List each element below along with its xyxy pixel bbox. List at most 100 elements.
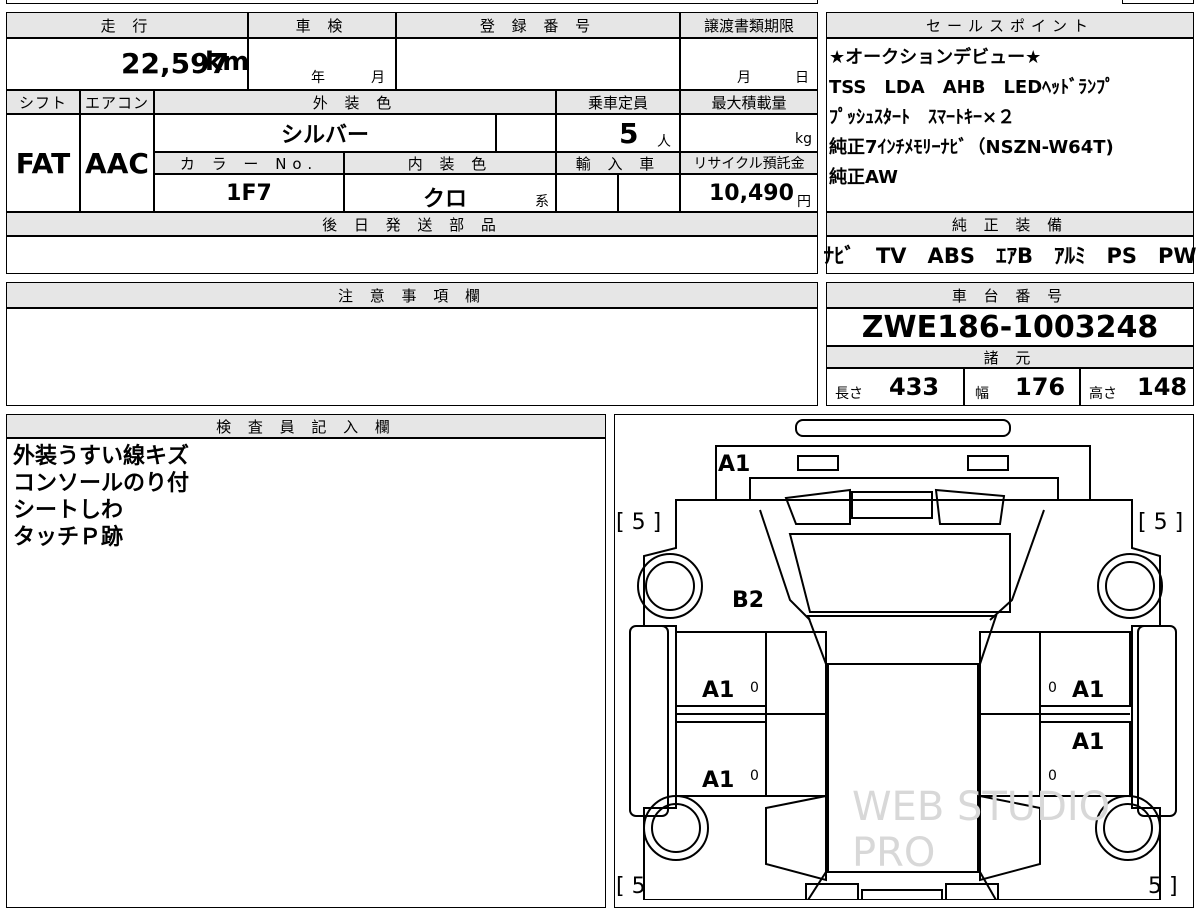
tire-tread-rear-left: [ 5: [616, 874, 646, 899]
width-value: 176: [1015, 373, 1066, 401]
equipment-items: ﾅﾋﾞ TV ABS ｴｱB ｱﾙﾐ PS PW: [823, 244, 1197, 268]
ac-cell: AAC: [80, 114, 154, 212]
later-parts-header: 後 日 発 送 部 品: [6, 212, 818, 236]
front-bumper: [795, 419, 1011, 437]
ac-header: エアコン: [80, 90, 154, 114]
left-side-rail: [629, 625, 669, 817]
damage-code-hood: B2: [732, 588, 765, 613]
transfer-day: 日: [795, 70, 809, 86]
color-no-cell: 1F7: [154, 174, 344, 212]
length-value: 433: [889, 373, 940, 401]
interior-color-suffix: 系: [535, 194, 549, 210]
vehicle-info-table: 走 行 車 検 登 録 番 号 譲渡書類期限 22,597 km 年 月 月 日…: [6, 12, 818, 274]
inspection-month: 月: [371, 70, 385, 86]
color-no-value: 1F7: [226, 180, 272, 206]
inspector-box: 外装うすい線キズ コンソールのり付 シートしわ タッチＰ跡: [6, 438, 606, 908]
tire-front-right-inner: [1105, 561, 1155, 611]
sales-point-line: 純正AW: [829, 167, 898, 188]
length-cell: 長さ 433: [826, 368, 964, 406]
interior-color-header: 内 装 色: [344, 152, 556, 174]
damage-code-left-front-door: A1: [702, 678, 735, 703]
rear-light-right: [945, 883, 999, 900]
front-light-left: [797, 455, 839, 471]
exterior-color-extra-cell: [496, 114, 556, 152]
tire-tread-front-right: [ 5 ]: [1138, 510, 1184, 535]
capacity-value: 5: [619, 117, 639, 150]
sales-point-line: ★オークションデビュー★: [829, 47, 1042, 68]
interior-color-value: クロ: [423, 187, 468, 212]
sales-points-header: セールスポイント: [826, 12, 1194, 38]
sales-points-box: ★オークションデビュー★ TSS LDA AHB LEDﾍｯﾄﾞﾗﾝﾌﾟ ﾌﾟｯ…: [826, 38, 1194, 212]
damage-code-left-rear-door: A1: [702, 768, 735, 793]
rear-window: [806, 871, 998, 900]
transfer-month: 月: [737, 70, 751, 86]
top-strip: [6, 0, 818, 4]
tire-front-left-inner: [645, 561, 695, 611]
registration-cell: [396, 38, 680, 90]
recycle-unit: 円: [797, 194, 811, 210]
tire-front-left: [637, 553, 703, 619]
max-load-unit: kg: [795, 131, 812, 147]
front-light-right: [967, 455, 1009, 471]
capacity-header: 乗車定員: [556, 90, 680, 114]
height-value: 148: [1137, 373, 1188, 401]
damage-code-right-front-door: A1: [1072, 678, 1105, 703]
tire-tread-front-left: [ 5 ]: [616, 510, 662, 535]
windshield: [806, 615, 998, 665]
transfer-deadline-cell: 月 日: [680, 38, 818, 90]
capacity-cell: 5 人: [556, 114, 680, 152]
later-parts-cell: [6, 236, 818, 274]
exterior-color-header: 外 装 色: [154, 90, 556, 114]
tire-tread-rear-right: 5 ]: [1148, 874, 1178, 899]
exterior-color-cell: シルバー: [154, 114, 496, 152]
chassis-header: 車 台 番 号: [826, 282, 1194, 308]
import-cell-a: [556, 174, 618, 212]
inspector-note: タッチＰ跡: [13, 525, 124, 550]
notes-box: [6, 308, 818, 406]
inspector-note: コンソールのり付: [13, 471, 190, 496]
zero-mark: 0: [1048, 680, 1057, 696]
notes-header: 注 意 事 項 欄: [6, 282, 818, 308]
max-load-header: 最大積載量: [680, 90, 818, 114]
equipment-box: ﾅﾋﾞ TV ABS ｴｱB ｱﾙﾐ PS PW: [823, 236, 1197, 274]
shift-header: シフト: [6, 90, 80, 114]
width-cell: 幅 176: [964, 368, 1080, 406]
recycle-header: リサイクル預託金: [680, 152, 818, 174]
zero-mark: 0: [1048, 768, 1057, 784]
mileage-unit: km: [205, 47, 250, 77]
damage-code-right-rear-door: A1: [1072, 730, 1105, 755]
equipment-header: 純 正 装 備: [826, 212, 1194, 236]
tire-rear-left-inner: [651, 803, 701, 853]
inspection-year: 年: [311, 70, 325, 86]
chassis-box: ZWE186-1003248: [826, 308, 1194, 346]
mileage-header: 走 行: [6, 12, 248, 38]
rear-plate: [861, 889, 943, 900]
inspector-note: 外装うすい線キズ: [13, 444, 190, 469]
inspection-cell: 年 月: [248, 38, 396, 90]
zero-mark: 0: [750, 768, 759, 784]
fender-line-left: [759, 509, 811, 621]
import-cell-b: [618, 174, 680, 212]
width-label: 幅: [975, 386, 989, 402]
length-label: 長さ: [835, 386, 863, 402]
grille: [851, 491, 933, 519]
specs-header: 諸 元: [826, 346, 1194, 368]
rear-quarter-left: [765, 794, 827, 882]
inspector-note: シートしわ: [13, 498, 124, 523]
color-no-header: カ ラ ー No.: [154, 152, 344, 174]
import-header: 輸 入 車: [556, 152, 680, 174]
inspector-header: 検 査 員 記 入 欄: [6, 414, 606, 438]
hood: [788, 533, 1011, 613]
exterior-color-value: シルバー: [280, 123, 369, 148]
inspection-header: 車 検: [248, 12, 396, 38]
fender-line-right: [989, 509, 1045, 621]
tire-front-right: [1097, 553, 1163, 619]
chassis-number: ZWE186-1003248: [861, 309, 1159, 345]
interior-color-cell: クロ 系: [344, 174, 556, 212]
transfer-deadline-header: 譲渡書類期限: [680, 12, 818, 38]
sales-point-line: 純正7ｲﾝﾁﾒﾓﾘｰﾅﾋﾞ（NSZN-W64T): [829, 137, 1114, 158]
capacity-unit: 人: [657, 134, 671, 150]
shift-value: FAT: [15, 146, 71, 180]
headlight-left: [784, 488, 851, 525]
sales-point-line: ﾌﾟｯｼｭｽﾀｰﾄ ｽﾏｰﾄｷｰ×２: [829, 107, 1016, 128]
